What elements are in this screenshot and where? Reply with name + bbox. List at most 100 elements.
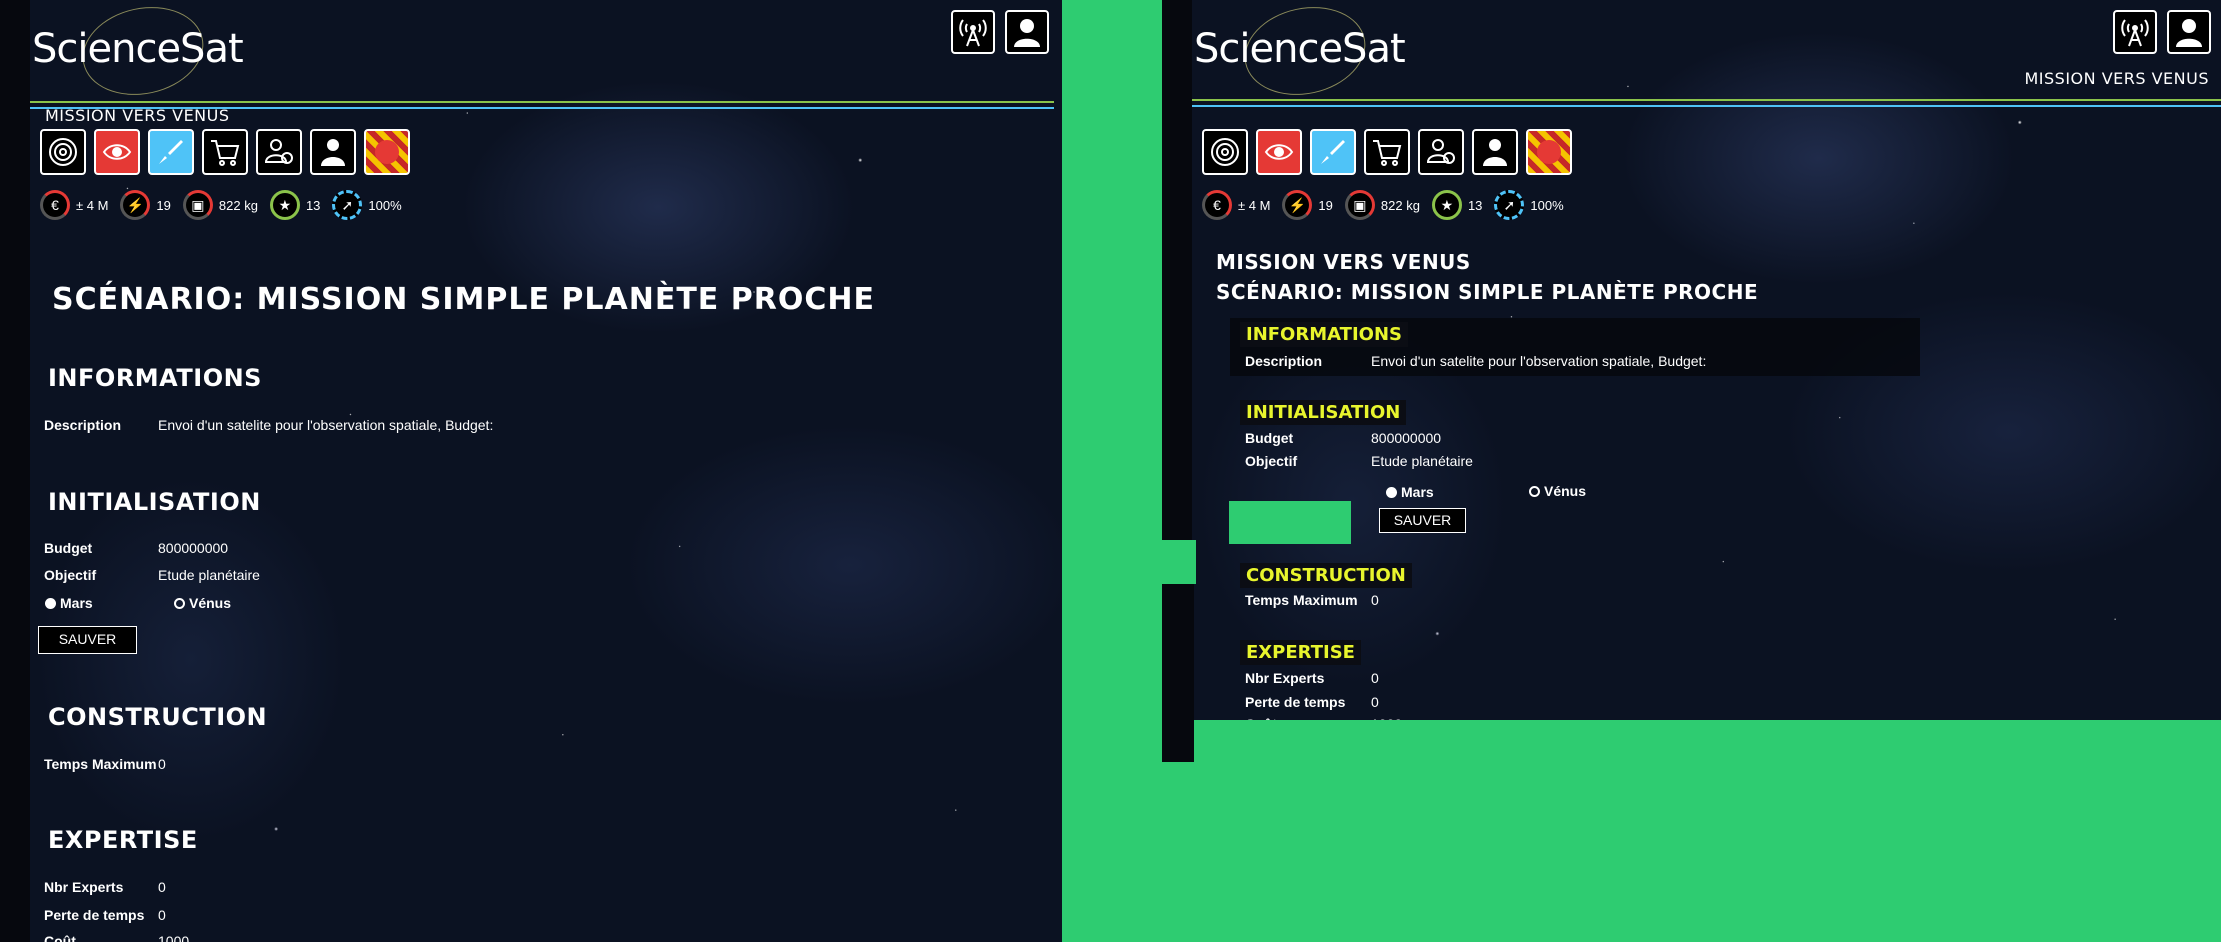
radio-mars-label: Mars [1401, 484, 1434, 500]
budget-stat-value: ± 4 M [1238, 197, 1271, 213]
star-icon: ★ [269, 190, 300, 220]
user-icon [2176, 19, 2202, 47]
perte-temps-label-right: Perte de temps [1245, 694, 1346, 710]
main-toolbar-right [1202, 129, 1572, 175]
initialisation-heading: INITIALISATION [48, 488, 261, 516]
expertise-heading: EXPERTISE [48, 826, 198, 854]
radio-venus[interactable]: Vénus [174, 595, 231, 611]
construction-heading-right: CONSTRUCTION [1240, 563, 1412, 588]
target-icon [49, 138, 77, 166]
description-value: Envoi d'un satelite pour l'observation s… [158, 417, 494, 433]
initialisation-heading-right: INITIALISATION [1240, 400, 1407, 425]
radio-venus-right[interactable]: Vénus [1529, 483, 1586, 499]
eye-icon [102, 144, 132, 160]
hazard-tool-button[interactable] [364, 129, 410, 175]
lightning-icon: ⚡ [1282, 190, 1313, 220]
progress-stat-value: 100% [368, 197, 402, 213]
logo-text-right: ScienceSat [1194, 26, 1406, 72]
mass-stat-value: 822 kg [1380, 197, 1420, 213]
antenna-button[interactable] [951, 10, 995, 54]
rocket-icon [1321, 140, 1345, 164]
green-artifact-block [1229, 501, 1351, 544]
description-value-right: Envoi d'un satelite pour l'observation s… [1371, 353, 1707, 369]
mass-stat: ▣ 822 kg [1344, 190, 1420, 220]
person-icon [321, 139, 345, 166]
stars-stat: ★ 13 [269, 190, 321, 220]
objectif-value-right: Etude planétaire [1371, 453, 1473, 469]
objectif-value: Etude planétaire [158, 567, 260, 583]
rocket-tool-button[interactable] [148, 129, 194, 175]
radio-mars-dot[interactable] [45, 597, 56, 609]
eye-tool-button[interactable] [1256, 129, 1302, 175]
radio-venus-dot[interactable] [174, 597, 185, 609]
description-label: Description [44, 417, 122, 433]
right-edge-strip [1162, 0, 1192, 540]
cout-value: 1000 [158, 933, 190, 942]
green-artifact-strip [1162, 540, 1196, 584]
main-toolbar [40, 129, 410, 175]
radio-mars-dot[interactable] [1386, 486, 1397, 498]
save-button-right[interactable]: SAUVER [1379, 508, 1466, 533]
nbr-experts-value-right: 0 [1371, 670, 1379, 686]
temps-max-label-right: Temps Maximum [1245, 592, 1358, 608]
star-icon: ★ [1431, 190, 1462, 220]
hazard-tool-button[interactable] [1526, 129, 1572, 175]
nbr-experts-label-right: Nbr Experts [1245, 670, 1325, 686]
mission-title-header-right: MISSION VERS VENUS [2024, 69, 2209, 88]
stats-bar: € ± 4 M ⚡ 19 ▣ 822 kg ★ 13 ➚ 100% [40, 190, 402, 220]
app-logo[interactable]: ScienceSat [32, 0, 244, 106]
description-label-right: Description [1245, 353, 1323, 369]
right-panel: ScienceSat MISSION VERS VENUS € ± 4 M ⚡ 19… [1162, 0, 2221, 720]
rocket-icon [159, 140, 183, 164]
radio-mars-right[interactable]: Mars [1386, 484, 1434, 500]
radio-venus-dot[interactable] [1529, 485, 1540, 497]
progress-stat-value: 100% [1530, 197, 1564, 213]
person-tool-button[interactable] [310, 129, 356, 175]
experts-tool-button[interactable] [256, 129, 302, 175]
target-tool-button[interactable] [40, 129, 86, 175]
antenna-icon [2121, 19, 2149, 47]
target-tool-button[interactable] [1202, 129, 1248, 175]
cart-tool-button[interactable] [202, 129, 248, 175]
experts-tool-button[interactable] [1418, 129, 1464, 175]
energy-stat-value: 19 [1318, 197, 1333, 213]
mission-title: MISSION VERS VENUS [1216, 250, 1471, 274]
radio-mars[interactable]: Mars [45, 595, 93, 611]
lightning-icon: ⚡ [120, 190, 151, 220]
hazard-icon [375, 140, 399, 164]
person-icon [1483, 139, 1507, 166]
informations-heading: INFORMATIONS [48, 364, 262, 392]
mass-stat-value: 822 kg [218, 197, 258, 213]
cart-tool-button[interactable] [1364, 129, 1410, 175]
stars-stat: ★ 13 [1431, 190, 1482, 220]
experts-icon [264, 139, 293, 164]
user-button[interactable] [1005, 10, 1049, 54]
euro-icon: € [40, 190, 70, 220]
hazard-icon [1537, 140, 1561, 164]
progress-stat: ➚ 100% [1494, 190, 1564, 220]
save-button[interactable]: SAUVER [38, 626, 137, 654]
temps-max-value: 0 [158, 756, 166, 772]
person-tool-button[interactable] [1472, 129, 1518, 175]
left-panel: ScienceSat MISSION VERS VENUS € ± 4 M ⚡ 19… [0, 0, 1062, 942]
user-button-right[interactable] [2167, 10, 2211, 54]
app-logo-right[interactable]: ScienceSat [1194, 0, 1406, 106]
cart-icon [211, 140, 240, 166]
eye-tool-button[interactable] [94, 129, 140, 175]
header-rule-right [1192, 99, 2221, 107]
perte-temps-value: 0 [158, 907, 166, 923]
rocket-tool-button[interactable] [1310, 129, 1356, 175]
energy-stat: ⚡ 19 [1282, 190, 1333, 220]
radio-venus-label: Vénus [1544, 483, 1587, 499]
target-icon [1211, 138, 1239, 166]
antenna-button-right[interactable] [2113, 10, 2157, 54]
user-icon [1014, 19, 1040, 47]
budget-value: 800000000 [158, 540, 229, 556]
budget-stat: € ± 4 M [1202, 190, 1270, 220]
budget-stat-value: ± 4 M [76, 197, 109, 213]
mission-title-small: MISSION VERS VENUS [45, 106, 230, 125]
scenario-title: SCÉNARIO: MISSION SIMPLE PLANÈTE PROCHE [52, 282, 875, 317]
radio-venus-label: Vénus [189, 595, 232, 611]
perte-temps-value-right: 0 [1371, 694, 1379, 710]
stars-stat-value: 13 [305, 197, 321, 213]
